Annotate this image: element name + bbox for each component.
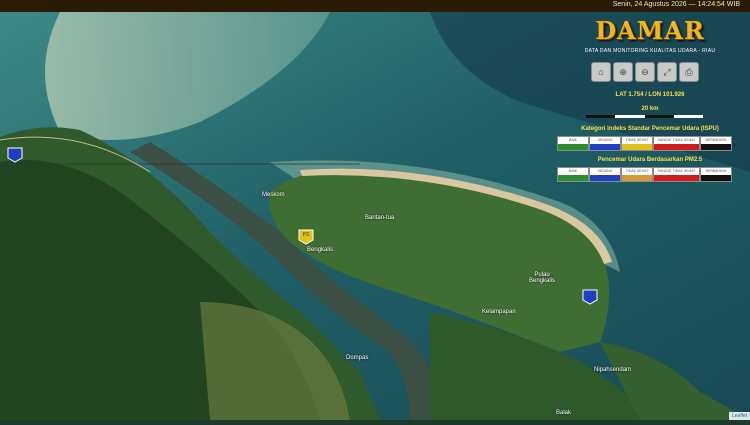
legend-swatch bbox=[654, 144, 699, 150]
legend-item: TIDAK SEHAT bbox=[621, 167, 653, 182]
legend-swatch bbox=[590, 175, 620, 181]
print-button[interactable]: ⎙ bbox=[679, 62, 699, 82]
legend-label: TIDAK SEHAT bbox=[622, 137, 652, 144]
zoom-in-icon: ⊕ bbox=[619, 67, 627, 77]
scale-segment bbox=[645, 115, 674, 118]
legend-item: SANGAT TIDAK SEHAT bbox=[653, 167, 700, 182]
legend-label: BAIK bbox=[558, 168, 588, 175]
top-bar: Senin, 24 Agustus 2026 — 14:24:54 WIB bbox=[0, 0, 750, 12]
legend-label: BAIK bbox=[558, 137, 588, 144]
datetime-label: Senin, 24 Agustus 2026 — 14:24:54 WIB bbox=[612, 1, 740, 8]
place-label: Nipahsendam bbox=[594, 367, 632, 373]
station-marker-shape bbox=[7, 147, 23, 163]
legend-item: BAIK bbox=[557, 136, 589, 151]
legend-swatch bbox=[622, 175, 652, 181]
legend-item: TIDAK SEHAT bbox=[621, 136, 653, 151]
legend-swatch bbox=[654, 175, 699, 181]
ispu-legend: BAIK SEDANG TIDAK SEHAT SANGAT TIDAK SEH… bbox=[557, 136, 732, 151]
brand-logo: DAMAR bbox=[595, 16, 705, 45]
legend-label: SEDANG bbox=[590, 137, 620, 144]
station-marker-bengkalis[interactable]: PS bbox=[298, 229, 314, 245]
home-icon: ⌂ bbox=[598, 67, 604, 77]
scale-segment bbox=[586, 115, 615, 118]
brand-subtitle: DATA DAN MONITORING KUALITAS UDARA - RIA… bbox=[584, 48, 716, 54]
scale-segment bbox=[674, 115, 703, 118]
control-panel: DAMAR DATA DAN MONITORING KUALITAS UDARA… bbox=[555, 14, 745, 194]
coordinate-readout: LAT 1.754 / LON 101.926 bbox=[615, 92, 685, 98]
station-marker-shape bbox=[582, 289, 598, 305]
place-label: Dompas bbox=[346, 355, 369, 361]
legend-item: BERBAHAYA bbox=[700, 167, 732, 182]
legend-label: TIDAK SEHAT bbox=[622, 168, 652, 175]
legend-label: BERBAHAYA bbox=[701, 137, 731, 144]
legend-swatch bbox=[622, 144, 652, 150]
legend-item: SEDANG bbox=[589, 167, 621, 182]
scale-label: 20 km bbox=[641, 106, 659, 112]
legend-swatch bbox=[701, 144, 731, 150]
legend-swatch bbox=[558, 175, 588, 181]
place-label: Meskom bbox=[262, 192, 285, 198]
station-marker-label: PS bbox=[302, 232, 310, 238]
home-button[interactable]: ⌂ bbox=[591, 62, 611, 82]
place-label: Bengkalis bbox=[307, 247, 334, 253]
place-label: Kelampapan bbox=[482, 309, 516, 315]
legend-item: BERBAHAYA bbox=[700, 136, 732, 151]
zoom-out-button[interactable]: ⊖ bbox=[635, 62, 655, 82]
pm25-legend-title: Pencemar Udara Berdasarkan PM2.5 bbox=[597, 157, 703, 163]
station-marker[interactable] bbox=[7, 147, 23, 163]
legend-swatch bbox=[558, 144, 588, 150]
zoom-in-button[interactable]: ⊕ bbox=[613, 62, 633, 82]
scale-bar bbox=[586, 115, 703, 119]
legend-label: SANGAT TIDAK SEHAT bbox=[654, 137, 699, 144]
legend-label: SEDANG bbox=[590, 168, 620, 175]
zoom-out-icon: ⊖ bbox=[641, 67, 649, 77]
station-marker[interactable] bbox=[582, 289, 598, 305]
legend-swatch bbox=[590, 144, 620, 150]
legend-item: SANGAT TIDAK SEHAT bbox=[653, 136, 700, 151]
expand-icon: ⤢ bbox=[663, 67, 671, 77]
print-icon: ⎙ bbox=[685, 67, 693, 77]
place-label: Bantan-tua bbox=[365, 215, 395, 221]
fullscreen-button[interactable]: ⤢ bbox=[657, 62, 677, 82]
place-label: Pulau Bengkalis bbox=[528, 272, 555, 284]
legend-label: SANGAT TIDAK SEHAT bbox=[654, 168, 699, 175]
legend-label: BERBAHAYA bbox=[701, 168, 731, 175]
ispu-legend-title: Kategori Indeks Standar Pencemar Udara (… bbox=[581, 126, 719, 132]
pm25-legend: BAIK SEDANG TIDAK SEHAT SANGAT TIDAK SEH… bbox=[557, 167, 732, 182]
legend-swatch bbox=[701, 175, 731, 181]
map-attribution[interactable]: Leaflet bbox=[728, 412, 750, 420]
place-label: Balak bbox=[556, 410, 572, 416]
legend-item: BAIK bbox=[557, 167, 589, 182]
legend-item: SEDANG bbox=[589, 136, 621, 151]
scale-segment bbox=[615, 115, 645, 118]
